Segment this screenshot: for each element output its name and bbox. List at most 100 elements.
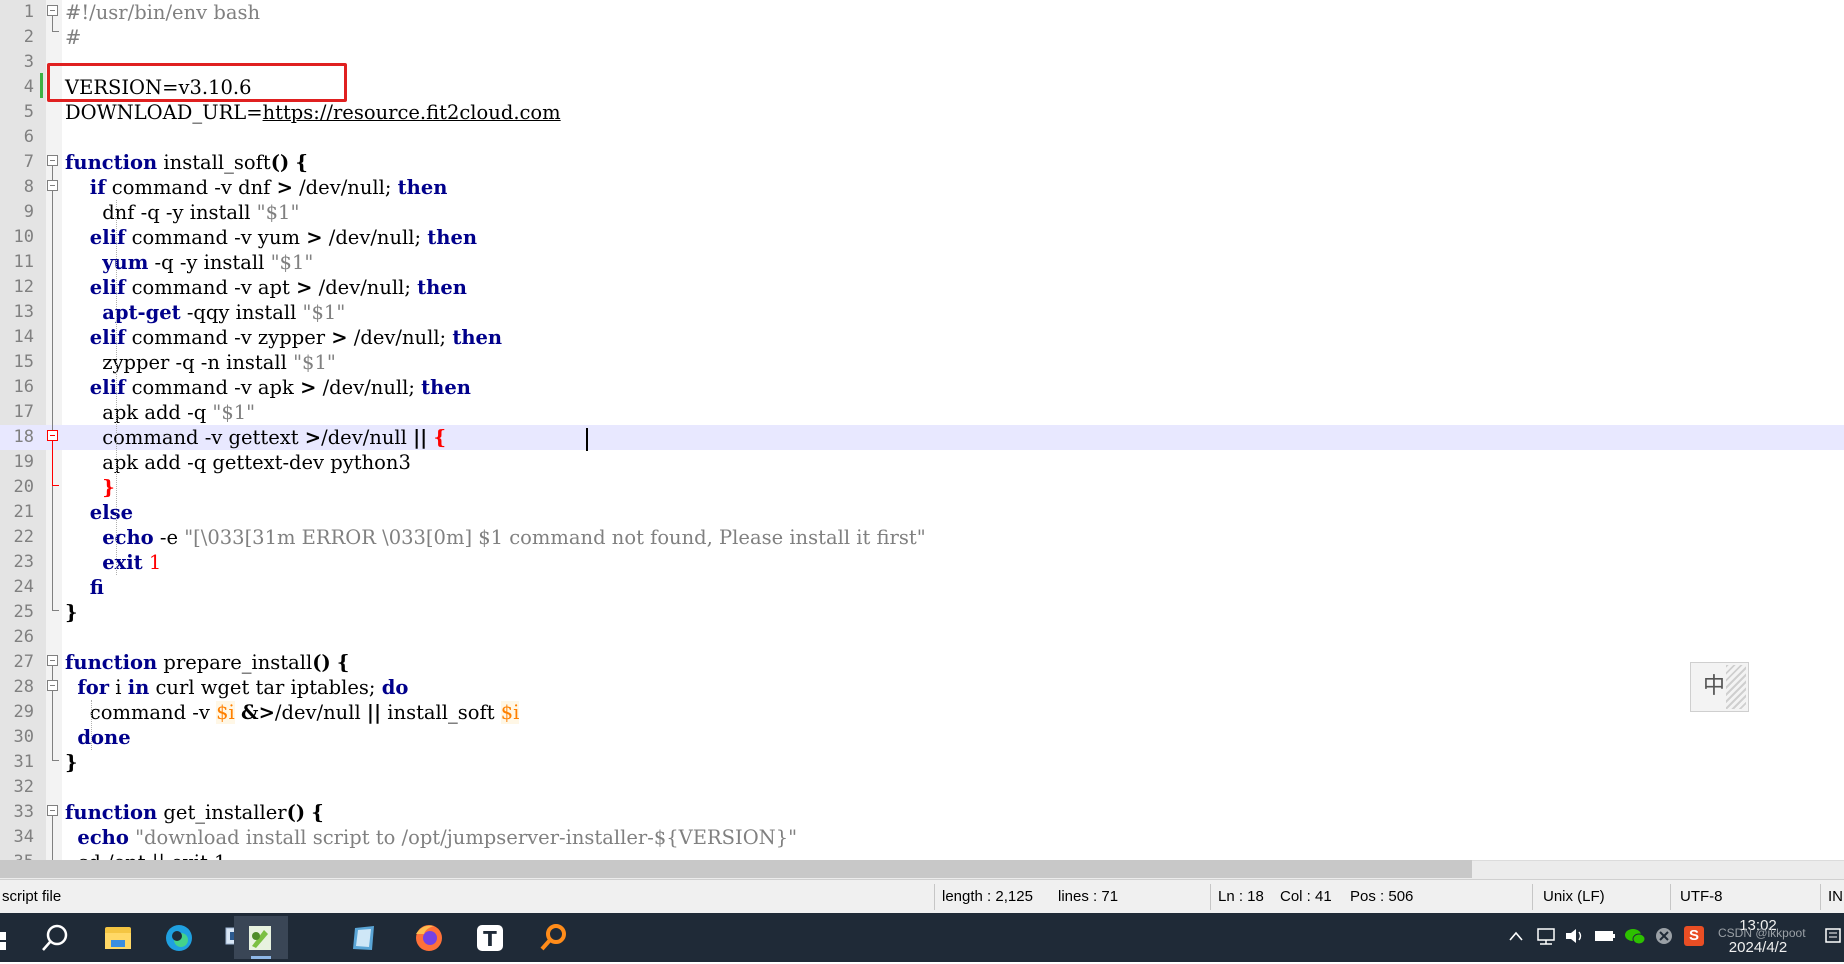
code-text[interactable]: #!/usr/bin/env bash [65,0,260,25]
code-line[interactable]: 6 [0,125,1844,150]
code-text[interactable]: done [65,725,130,750]
code-token: { [295,151,308,174]
sogou-ime-icon[interactable]: S [1684,926,1704,946]
code-text[interactable]: command -v $i &>/dev/null || install_sof… [65,700,520,725]
code-line[interactable]: 15 zypper -q -n install "$1" [0,350,1844,375]
code-line[interactable]: 13 apt-get -qqy install "$1" [0,300,1844,325]
code-text[interactable]: if command -v dnf > /dev/null; then [65,175,448,200]
taskbar-firefox[interactable] [402,916,456,959]
start-button[interactable] [0,916,14,959]
code-line[interactable]: 31} [0,750,1844,775]
code-editor[interactable]: 1 #!/usr/bin/env bash 2 #3 4 VERSION=v3.10.6 5… [0,0,1844,860]
code-text[interactable]: exit 1 [65,550,161,575]
code-text[interactable]: elif command -v apt > /dev/null; then [65,275,467,300]
code-line[interactable]: 27 function prepare_install() { [0,650,1844,675]
code-line[interactable]: 16 elif command -v apk > /dev/null; then [0,375,1844,400]
code-text[interactable]: echo -e "[\033[31m ERROR \033[0m] $1 com… [65,525,925,550]
code-line[interactable]: 21 else [0,500,1844,525]
ime-floating-toolbar[interactable]: 中 [1690,662,1749,712]
code-line[interactable]: 29 command -v $i &>/dev/null || install_… [0,700,1844,725]
code-line[interactable]: 18 command -v gettext >/dev/null || { [0,425,1844,450]
code-text[interactable]: } [65,750,78,775]
code-token: then [417,276,467,299]
code-line[interactable]: 8 if command -v dnf > /dev/null; then [0,175,1844,200]
fold-toggle-icon[interactable] [47,655,58,666]
code-text[interactable]: function get_installer() { [65,800,324,825]
code-token: install_soft [157,151,271,174]
code-text[interactable]: command -v gettext >/dev/null || { [65,425,446,450]
fold-toggle-icon[interactable] [47,805,58,816]
code-text[interactable]: function prepare_install() { [65,650,349,675]
code-line[interactable]: 19 apk add -q gettext-dev python3 [0,450,1844,475]
code-line[interactable]: 33 function get_installer() { [0,800,1844,825]
taskbar-file-explorer[interactable] [91,916,145,959]
code-line[interactable]: 17 apk add -q "$1" [0,400,1844,425]
code-text[interactable]: echo "download install script to /opt/ju… [65,825,797,850]
code-text[interactable]: for i in curl wget tar iptables; do [65,675,408,700]
code-text[interactable]: else [65,500,133,525]
taskbar-typora[interactable]: T [463,916,517,959]
code-line[interactable]: 7 function install_soft() { [0,150,1844,175]
encoding[interactable]: UTF-8 [1680,880,1723,914]
code-line[interactable]: 30 done [0,725,1844,750]
code-text[interactable]: apt-get -qqy install "$1" [65,300,345,325]
volume-icon[interactable] [1563,925,1585,947]
chevron-up-icon[interactable] [1507,926,1525,948]
insert-mode[interactable]: IN [1828,880,1843,914]
fold-toggle-icon[interactable] [47,155,58,166]
code-text[interactable]: function install_soft() { [65,150,308,175]
code-line[interactable]: 20 } [0,475,1844,500]
code-line[interactable]: 11 yum -q -y install "$1" [0,250,1844,275]
code-text[interactable]: elif command -v zypper > /dev/null; then [65,325,502,350]
code-text[interactable]: zypper -q -n install "$1" [65,350,336,375]
fold-toggle-icon[interactable] [47,180,58,191]
taskbar-search-everything[interactable] [525,916,579,959]
battery-icon[interactable] [1593,925,1617,947]
fold-toggle-icon[interactable] [47,5,58,16]
taskbar-edge[interactable] [152,916,206,959]
code-line[interactable]: 2 # [0,25,1844,50]
fold-toggle-icon[interactable] [47,430,58,441]
taskbar-notes-app[interactable] [338,916,392,959]
code-token: $i [500,701,520,724]
code-line[interactable]: 32 [0,775,1844,800]
code-text[interactable]: } [65,475,115,500]
code-line[interactable]: 25} [0,600,1844,625]
code-text[interactable]: elif command -v yum > /dev/null; then [65,225,477,250]
code-text[interactable]: cd /opt || exit 1 [65,850,226,860]
code-line[interactable]: 5 DOWNLOAD_URL=https://resource.fit2cloud… [0,100,1844,125]
taskbar-notepadpp[interactable] [234,916,288,959]
search-button[interactable] [28,916,82,959]
code-line[interactable]: 23 exit 1 [0,550,1844,575]
code-line[interactable]: 14 elif command -v zypper > /dev/null; t… [0,325,1844,350]
code-text[interactable]: apk add -q "$1" [65,400,255,425]
code-token: curl wget tar iptables; [149,676,382,699]
code-text[interactable]: } [65,600,78,625]
eol-format[interactable]: Unix (LF) [1543,880,1605,914]
code-text[interactable]: elif command -v apk > /dev/null; then [65,375,471,400]
code-line[interactable]: 12 elif command -v apt > /dev/null; then [0,275,1844,300]
code-line[interactable]: 9 dnf -q -y install "$1" [0,200,1844,225]
fold-toggle-icon[interactable] [47,680,58,691]
wechat-icon[interactable] [1623,925,1647,947]
code-text[interactable]: dnf -q -y install "$1" [65,200,299,225]
code-line[interactable]: 28 for i in curl wget tar iptables; do [0,675,1844,700]
code-line[interactable]: 24 fi [0,575,1844,600]
code-text[interactable]: DOWNLOAD_URL=https://resource.fit2cloud.… [65,100,561,125]
notification-icon[interactable] [1824,926,1844,948]
blocked-status-icon[interactable] [1653,925,1675,947]
code-line[interactable]: 10 elif command -v yum > /dev/null; then [0,225,1844,250]
code-line[interactable]: 1 #!/usr/bin/env bash [0,0,1844,25]
drag-grip-icon[interactable] [1726,665,1746,709]
code-text[interactable]: # [65,25,81,50]
network-icon[interactable] [1535,925,1557,947]
code-line[interactable]: 34 echo "download install script to /opt… [0,825,1844,850]
code-line[interactable]: 35 cd /opt || exit 1 [0,850,1844,860]
text-caret [586,428,588,451]
code-token: "$1" [212,401,256,424]
code-line[interactable]: 26 [0,625,1844,650]
code-text[interactable]: yum -q -y install "$1" [65,250,313,275]
code-text[interactable]: fi [65,575,104,600]
code-line[interactable]: 22 echo -e "[\033[31m ERROR \033[0m] $1 … [0,525,1844,550]
horizontal-scrollbar-thumb[interactable] [0,860,1472,878]
